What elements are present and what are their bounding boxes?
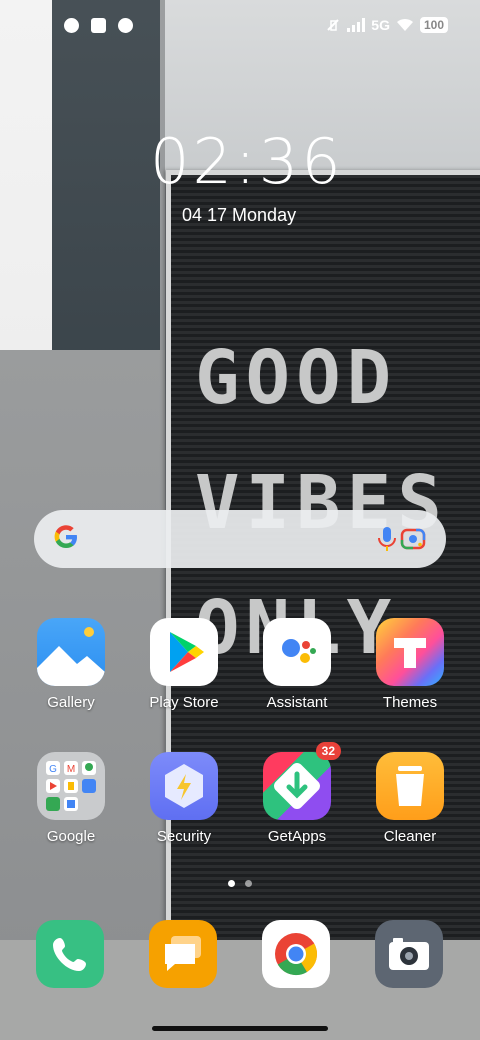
google-folder-icon: G M	[37, 752, 105, 820]
app-getapps[interactable]: 32 GetApps	[247, 742, 347, 845]
notification-square-icon	[91, 18, 106, 33]
getapps-icon	[263, 752, 331, 820]
notification-app-icon	[118, 18, 133, 33]
wifi-icon	[396, 18, 413, 31]
assistant-icon	[263, 618, 331, 686]
app-label: Assistant	[266, 694, 328, 711]
svg-text:M: M	[67, 764, 75, 775]
app-label: Play Store	[149, 694, 219, 711]
cleaner-icon	[376, 752, 444, 820]
themes-icon	[376, 618, 444, 686]
status-bar: 5G 100	[0, 0, 480, 56]
google-g-icon	[54, 525, 77, 548]
page-dot-active[interactable]	[228, 880, 235, 887]
play-store-icon	[150, 618, 218, 686]
home-indicator[interactable]	[152, 1026, 328, 1031]
folder-label: Google	[46, 828, 96, 845]
messages-icon[interactable]	[149, 920, 217, 988]
app-label: Gallery	[47, 694, 95, 711]
app-label: Security	[156, 828, 212, 845]
notification-app-icon	[64, 18, 79, 33]
folder-google[interactable]: G M Google	[21, 752, 121, 845]
dock	[0, 920, 480, 988]
camera-icon[interactable]	[375, 920, 443, 988]
signal-icon	[347, 18, 366, 32]
app-play-store[interactable]: Play Store	[134, 618, 234, 711]
notification-badge: 32	[315, 742, 341, 760]
google-search-bar[interactable]	[34, 510, 446, 568]
battery-level: 100	[419, 17, 448, 33]
app-label: Cleaner	[383, 828, 437, 845]
system-icons: 5G 100	[325, 17, 448, 33]
app-label: Themes	[382, 694, 438, 711]
page-dot[interactable]	[245, 880, 252, 887]
security-icon	[150, 752, 218, 820]
phone-icon[interactable]	[36, 920, 104, 988]
date: 04 17 Monday	[182, 205, 297, 225]
page-indicator[interactable]	[228, 880, 252, 887]
network-type: 5G	[371, 17, 390, 33]
app-themes[interactable]: Themes	[360, 618, 460, 711]
svg-text:G: G	[49, 764, 57, 775]
wallpaper-letterboard: GOOD VIBES ONLY	[166, 170, 480, 970]
clock: 02:36	[150, 125, 344, 198]
vibrate-off-icon	[327, 19, 339, 31]
app-security[interactable]: Security	[134, 752, 234, 845]
app-assistant[interactable]: Assistant	[247, 618, 347, 711]
wallpaper-word-1: GOOD	[195, 335, 398, 421]
chrome-icon[interactable]	[262, 920, 330, 988]
microphone-icon[interactable]	[376, 525, 398, 553]
app-label: GetApps	[267, 828, 327, 845]
notification-icons	[64, 18, 133, 33]
google-lens-icon[interactable]	[400, 526, 426, 552]
app-gallery[interactable]: Gallery	[21, 618, 121, 711]
gallery-icon	[37, 618, 105, 686]
app-cleaner[interactable]: Cleaner	[360, 752, 460, 845]
